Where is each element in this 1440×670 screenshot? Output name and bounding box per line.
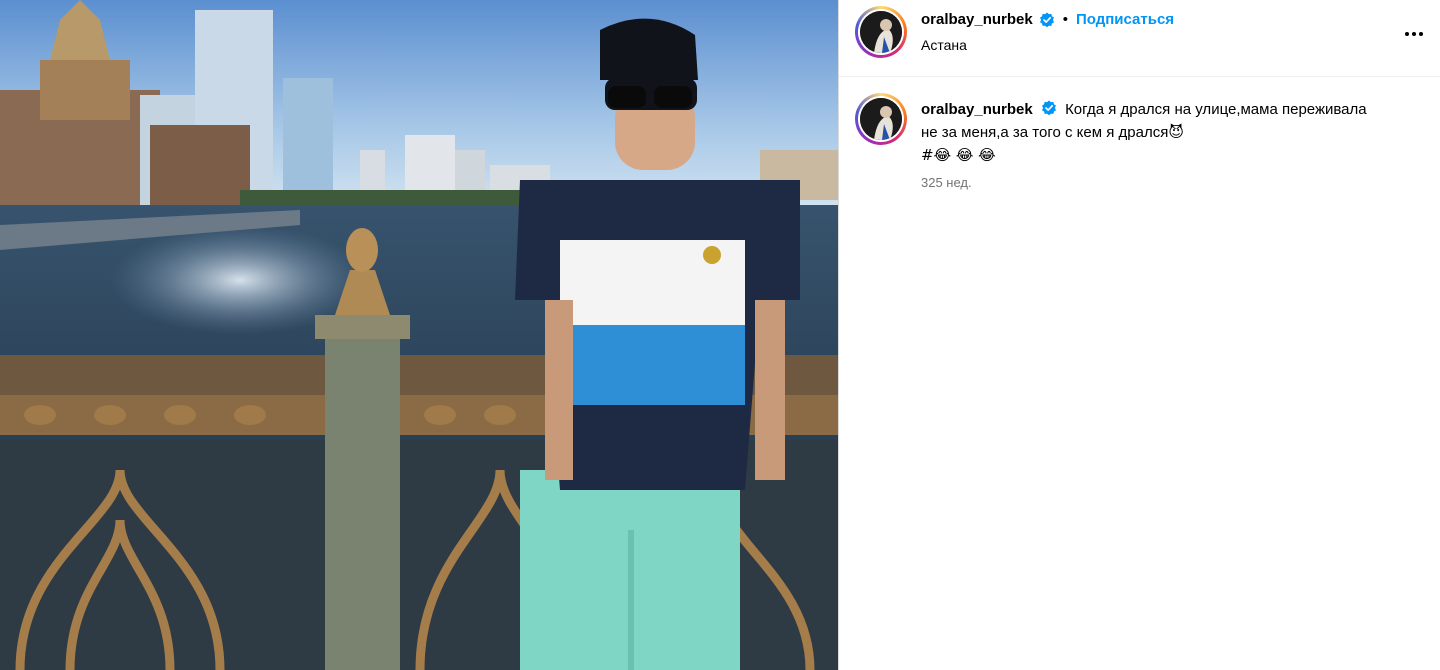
author-username[interactable]: oralbay_nurbek xyxy=(921,11,1033,28)
post-timestamp[interactable]: 325 нед. xyxy=(921,175,972,190)
caption-line-2: не за меня,а за того с кем я дрался xyxy=(921,124,1169,141)
caption-text: oralbay_nurbek Когда я дрался на улице,м… xyxy=(921,99,1426,167)
more-options-icon[interactable] xyxy=(1402,22,1426,46)
post-photo[interactable] xyxy=(0,0,838,670)
verified-badge-icon xyxy=(1041,100,1056,116)
follow-button[interactable]: Подписаться xyxy=(1076,11,1174,28)
devil-emoji: 😈 xyxy=(1168,123,1184,141)
caption-line-1: Когда я дрался на улице,мама переживала xyxy=(1065,101,1367,118)
instagram-post: oralbay_nurbek • Подписаться Астана oral… xyxy=(0,0,1440,670)
post-location[interactable]: Астана xyxy=(921,37,967,53)
avatar-image xyxy=(860,98,902,140)
separator-dot: • xyxy=(1062,11,1068,28)
post-header: oralbay_nurbek • Подписаться Астана xyxy=(839,0,1440,77)
verified-badge-icon xyxy=(1039,12,1054,27)
avatar-image xyxy=(860,11,902,53)
author-avatar[interactable] xyxy=(855,6,907,58)
post-side-panel: oralbay_nurbek • Подписаться Астана oral… xyxy=(838,0,1440,670)
caption-hashtag-emojis[interactable]: #😂 😂 😂 xyxy=(921,146,996,164)
caption-username[interactable]: oralbay_nurbek xyxy=(921,101,1033,118)
caption-author-avatar[interactable] xyxy=(855,93,907,145)
header-title-row: oralbay_nurbek • Подписаться xyxy=(921,11,1174,28)
avatar-photo-icon xyxy=(860,11,902,53)
avatar-photo-icon xyxy=(860,98,902,140)
post-photo-illustration xyxy=(0,0,838,670)
